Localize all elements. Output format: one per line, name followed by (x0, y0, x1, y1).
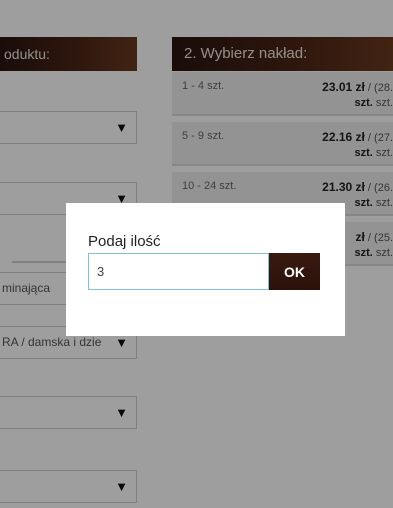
page: oduktu: ▼ ▼ minająca ▼ RA / damska i dzi… (0, 0, 393, 508)
dialog-title: Podaj ilość (88, 233, 161, 250)
quantity-input[interactable] (88, 253, 269, 290)
ok-button[interactable]: OK (269, 253, 320, 290)
quantity-dialog: Podaj ilość OK (66, 203, 345, 336)
